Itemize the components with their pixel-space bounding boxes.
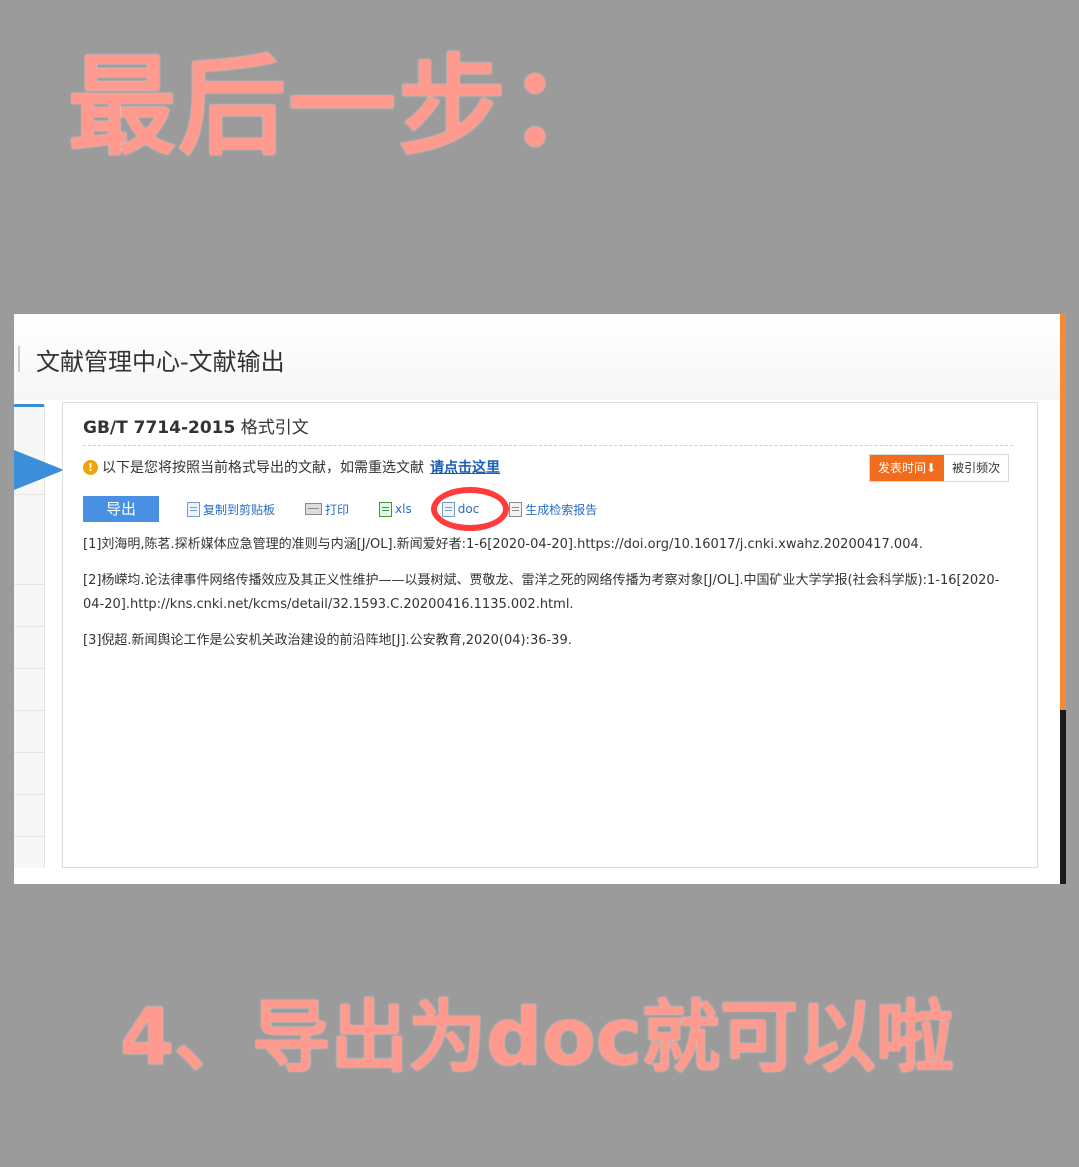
- active-nav-arrow[interactable]: [14, 450, 64, 490]
- rail-divider: [14, 626, 44, 627]
- rail-divider: [14, 836, 44, 837]
- copy-label: 复制到剪贴板: [203, 502, 276, 517]
- warning-icon: !: [83, 459, 98, 475]
- doc-highlight-circle: [431, 487, 509, 531]
- xls-label: xls: [395, 502, 412, 516]
- reference-item: [1]刘海明,陈茗.探析媒体应急管理的准则与内涵[J/OL].新闻爱好者:1-6…: [83, 537, 923, 552]
- rail-top-accent: [14, 404, 44, 407]
- report-label: 生成检索报告: [525, 502, 598, 517]
- reference-item: [3]倪超.新闻舆论工作是公安机关政治建设的前沿阵地[J].公安教育,2020(…: [83, 633, 572, 648]
- rail-divider: [14, 584, 44, 585]
- page-title: 文献管理中心-文献输出: [36, 348, 285, 376]
- reference-list: [1]刘海明,陈茗.探析媒体应急管理的准则与内涵[J/OL].新闻爱好者:1-6…: [83, 533, 1013, 665]
- print-label: 打印: [325, 502, 350, 517]
- rail-divider: [14, 668, 44, 669]
- panel-title: GB/T 7714-2015 格式引文: [83, 413, 309, 438]
- rail-divider: [14, 752, 44, 753]
- sort-toggle: 发表时间⬇ 被引频次: [869, 454, 1010, 482]
- print-button[interactable]: 打印: [305, 501, 349, 518]
- format-name: GB/T 7714-2015: [83, 418, 236, 438]
- printer-icon: [305, 503, 323, 515]
- page-header: 文献管理中心-文献输出: [14, 314, 1062, 400]
- sort-by-date-label: 发表时间: [878, 461, 927, 475]
- tutorial-heading-top: 最后一步：: [68, 45, 619, 170]
- copy-to-clipboard-button[interactable]: 复制到剪贴板: [187, 501, 275, 518]
- header-divider: [18, 346, 20, 372]
- tutorial-heading-bottom: 4、导出为doc就可以啦: [120, 993, 954, 1083]
- notice-text: 以下是您将按照当前格式导出的文献，如需重选文献: [102, 460, 424, 476]
- rail-divider: [14, 710, 44, 711]
- export-xls-button[interactable]: xls: [379, 501, 412, 517]
- export-button[interactable]: 导出: [83, 496, 159, 522]
- clipboard-icon: [187, 501, 200, 517]
- report-icon: [509, 501, 523, 517]
- format-suffix: 格式引文: [235, 418, 309, 438]
- export-toolbar: 导出 复制到剪贴板 打印 xls doc 生成检索报告: [83, 496, 627, 522]
- sort-by-date-button[interactable]: 发表时间⬇: [870, 455, 945, 481]
- notice-bar: ! 以下是您将按照当前格式导出的文献，如需重选文献 请点击这里: [83, 457, 500, 477]
- screenshot-window: 文献管理中心-文献输出 GB/T 7714-2015 格式引文 ! 以下是您将按…: [14, 314, 1062, 884]
- excel-icon: [379, 501, 393, 517]
- window-edge-accent: [1060, 314, 1066, 710]
- sort-down-arrow-icon: ⬇: [926, 461, 937, 475]
- title-divider: [83, 445, 1013, 446]
- export-panel: GB/T 7714-2015 格式引文 ! 以下是您将按照当前格式导出的文献，如…: [62, 402, 1038, 868]
- generate-report-button[interactable]: 生成检索报告: [509, 501, 597, 518]
- reselect-link[interactable]: 请点击这里: [430, 457, 500, 477]
- rail-divider: [14, 794, 44, 795]
- sort-by-citations-button[interactable]: 被引频次: [944, 455, 1009, 481]
- rail-divider: [14, 494, 44, 495]
- window-edge-shadow: [1060, 710, 1066, 884]
- reference-item: [2]杨嵘均.论法律事件网络传播效应及其正义性维护——以聂树斌、贾敬龙、雷洋之死…: [83, 573, 1000, 612]
